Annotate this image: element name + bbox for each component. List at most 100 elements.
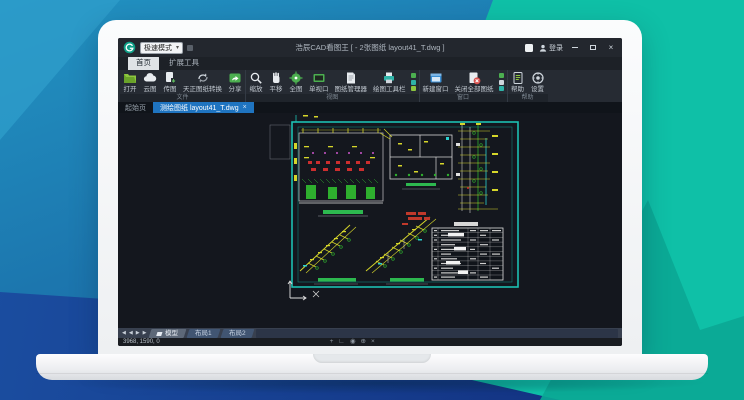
cad-drawing [118, 113, 622, 328]
cad-canvas[interactable] [118, 113, 622, 328]
mini-tool-icon[interactable] [411, 86, 416, 91]
titlebar: 极速模式 ▾ 浩辰CAD看图王 [ - 2张图纸 layout41_T.dwg … [118, 38, 622, 57]
pin-mode-button[interactable] [187, 45, 193, 51]
tab-start-page[interactable]: 起始页 [118, 102, 153, 113]
help-icon [511, 71, 525, 85]
osnap-icon[interactable]: ⊕ [361, 338, 366, 346]
maximize-button[interactable] [587, 42, 599, 54]
ortho-icon[interactable]: ∟ [338, 338, 344, 346]
share-button[interactable]: 分享 [225, 71, 245, 93]
mini-tool-icon[interactable] [499, 80, 504, 85]
laptop-base [36, 354, 708, 380]
tab-layout1[interactable]: 布局1 [187, 329, 221, 338]
pan-icon [269, 71, 283, 85]
laptop-notch [313, 354, 431, 363]
cursor-coordinates: 3968, 1590, 0 [123, 339, 160, 345]
cad-section-elevation [294, 128, 383, 216]
ribbon-group-window: 新建窗口 关闭全部图纸 [420, 70, 508, 102]
upload-button[interactable]: 传图 [160, 71, 180, 93]
app-window: 极速模式 ▾ 浩辰CAD看图王 [ - 2张图纸 layout41_T.dwg … [118, 38, 622, 346]
cad-floor-plan [380, 129, 452, 189]
mini-tool-icon[interactable] [411, 80, 416, 85]
zoom-icon [249, 71, 263, 85]
chevron-down-icon: ▾ [176, 44, 179, 51]
layout-tab-bar: ◀ ◀ ▶ ▶ 模型 布局1 布局2 [118, 328, 622, 338]
convert-icon [196, 71, 210, 85]
folder-open-icon [123, 71, 137, 85]
layout-nav-prev-icon[interactable]: ◀ [129, 330, 134, 336]
login-button[interactable]: 登录 [539, 43, 563, 53]
login-label: 登录 [549, 43, 563, 53]
mini-tool-icon[interactable] [499, 86, 504, 91]
close-tab-icon[interactable]: × [243, 104, 247, 111]
settings-button[interactable]: 设置 [528, 71, 548, 93]
zoom-button[interactable]: 缩放 [246, 71, 266, 93]
mode-select-value: 极速模式 [144, 43, 172, 53]
cloud-icon [143, 71, 157, 85]
hero-banner: 极速模式 ▾ 浩辰CAD看图王 [ - 2张图纸 layout41_T.dwg … [0, 0, 744, 400]
share-icon [228, 71, 242, 85]
draw-toolbar-icon [382, 71, 396, 85]
layout-nav-first-icon[interactable]: ◀ [122, 330, 127, 336]
snap-icon[interactable]: + [330, 338, 334, 346]
cad-isometric-left [300, 225, 358, 284]
ribbon-group-help: 帮助 设置 帮助 [508, 70, 548, 102]
sheet-manager-icon [344, 71, 358, 85]
draw-toolbar-button[interactable]: 绘图工具栏 [370, 71, 409, 93]
ribbon-group-view: 缩放 平移 [246, 70, 420, 102]
tab-drawing-file[interactable]: 测绘图纸 layout41_T.dwg × [153, 102, 254, 113]
cad-materials-table [432, 222, 503, 280]
tab-layout2[interactable]: 布局2 [221, 329, 255, 338]
minimize-icon [572, 47, 578, 49]
minimize-button[interactable] [569, 42, 581, 54]
app-logo-icon [123, 41, 136, 54]
sheet-manager-button[interactable]: 图纸管理器 [332, 71, 371, 93]
new-window-icon [429, 71, 443, 85]
open-button[interactable]: 打开 [120, 71, 140, 93]
viewport-icon [312, 71, 326, 85]
cad-riser-diagram [456, 123, 498, 213]
laptop-base-seam [36, 373, 708, 374]
ribbon-group-label-view: 视图 [246, 94, 419, 102]
cloud-button[interactable]: 云图 [140, 71, 160, 93]
full-extent-icon [289, 71, 303, 85]
status-bar: 3968, 1590, 0 + ∟ ◉ ⊕ × [118, 338, 622, 346]
tab-extended-tools[interactable]: 扩展工具 [161, 56, 207, 70]
laptop-screen-bezel: 极速模式 ▾ 浩辰CAD看图王 [ - 2张图纸 layout41_T.dwg … [98, 20, 642, 356]
upload-icon [163, 71, 177, 85]
help-button[interactable]: 帮助 [508, 71, 528, 93]
viewport-button[interactable]: 单视口 [306, 71, 332, 93]
close-icon: × [609, 44, 614, 52]
close-all-icon [467, 71, 481, 85]
ribbon-group-label-window: 窗口 [420, 94, 507, 102]
layout-bar-filler [256, 329, 618, 338]
mini-tools-stack-2[interactable] [497, 73, 507, 91]
layout-nav-next-icon[interactable]: ▶ [136, 330, 141, 336]
mini-tools-stack-1[interactable] [409, 73, 419, 91]
tab-home[interactable]: 首页 [128, 56, 159, 70]
ribbon-toolbar: 打开 云图 传图 [118, 70, 622, 102]
pan-button[interactable]: 平移 [266, 71, 286, 93]
clear-icon[interactable]: × [371, 338, 375, 346]
mini-tool-icon[interactable] [411, 73, 416, 78]
model-sheet-icon [157, 331, 163, 335]
ucs-axis-icon [288, 281, 306, 300]
menu-tab-row: 首页 扩展工具 [118, 57, 622, 70]
ribbon-group-label-help: 帮助 [508, 94, 548, 102]
drawing-tab-bar: 起始页 测绘图纸 layout41_T.dwg × [118, 102, 622, 113]
ribbon-group-label-file: 文件 [120, 94, 245, 102]
close-button[interactable]: × [605, 42, 617, 54]
ribbon-group-file: 打开 云图 传图 [120, 70, 246, 102]
mode-select-dropdown[interactable]: 极速模式 ▾ [140, 42, 183, 54]
user-icon [539, 44, 547, 52]
grid-icon[interactable]: ◉ [350, 338, 356, 346]
close-all-button[interactable]: 关闭全部图纸 [452, 71, 497, 93]
cursor-cross-icon [313, 291, 319, 297]
tianzheng-convert-button[interactable]: 天正图纸转换 [180, 71, 225, 93]
mini-tool-icon[interactable] [499, 73, 504, 78]
tab-model[interactable]: 模型 [149, 329, 187, 338]
promo-icon[interactable] [525, 44, 533, 52]
layout-nav-last-icon[interactable]: ▶ [143, 330, 148, 336]
new-window-button[interactable]: 新建窗口 [420, 71, 452, 93]
full-extent-button[interactable]: 全图 [286, 71, 306, 93]
